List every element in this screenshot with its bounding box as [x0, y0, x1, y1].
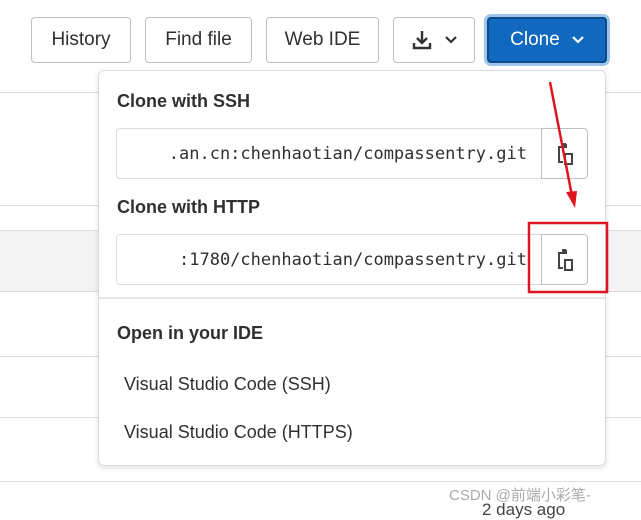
annotation-arrow — [548, 81, 574, 197]
commit-time: 2 days ago — [482, 500, 566, 519]
annotation-arrowhead — [566, 191, 577, 208]
annotation-overlay — [527, 81, 609, 294]
annotation-highlight-box — [527, 221, 609, 294]
